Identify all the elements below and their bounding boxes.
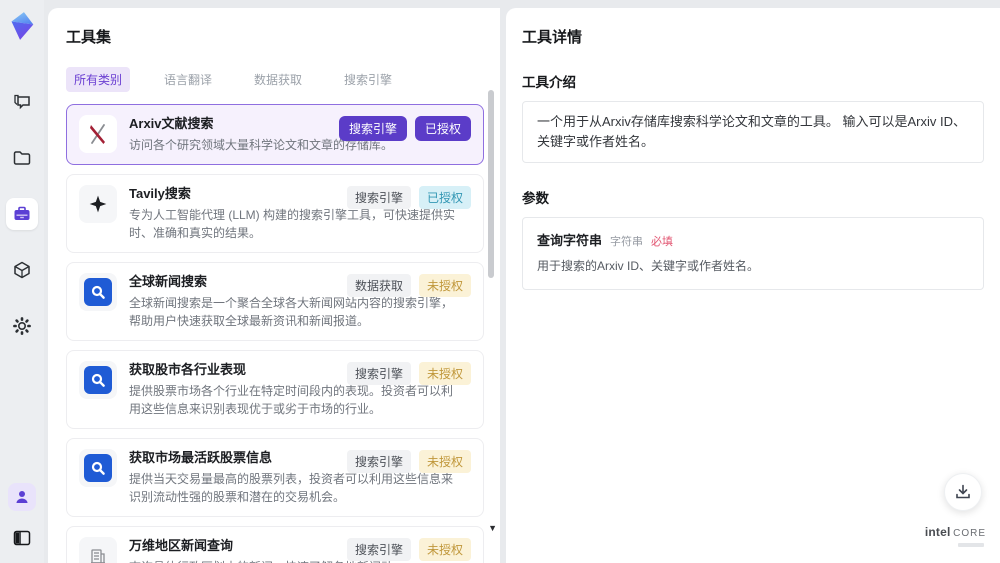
panel-toggle-icon <box>12 529 32 547</box>
tools-panel-title: 工具集 <box>66 29 112 46</box>
news-building-icon <box>79 537 117 563</box>
download-button[interactable] <box>944 473 982 511</box>
account-button[interactable] <box>8 483 36 511</box>
param-type: 字符串 <box>610 236 644 248</box>
category-badge: 数据获取 <box>346 274 411 297</box>
sidebar-item-files[interactable] <box>6 142 38 174</box>
scrollbar-thumb[interactable] <box>488 90 494 278</box>
list-scrollbar[interactable] <box>488 86 494 548</box>
news-search-icon <box>79 273 117 311</box>
left-rail <box>0 0 44 563</box>
tool-description: 提供股票市场各个行业在特定时间段内的表现。投资者可以利用这些信息来识别表现优于或… <box>129 384 454 416</box>
intel-core-logo: intel CORE <box>925 526 986 547</box>
app-logo-icon[interactable] <box>7 10 37 42</box>
toolbox-icon <box>12 204 32 224</box>
sidebar-item-settings[interactable] <box>6 310 38 342</box>
chat-icon <box>12 92 32 112</box>
sidebar-item-chat[interactable] <box>6 86 38 118</box>
scroll-down-arrow-icon[interactable]: ▼ <box>488 523 497 533</box>
category-badge: 搜索引擎 <box>346 362 411 385</box>
param-required-flag: 必填 <box>651 236 674 248</box>
tool-card-regional-news[interactable]: 万维地区新闻查询 查询具体行政区划内的新闻，快速了解各地新闻动 搜索引擎 未授权 <box>66 526 484 563</box>
tool-list: Arxiv文献搜索 访问各个研究领域大量科学论文和文章的存储库。 搜索引擎 已授… <box>48 102 500 563</box>
tool-details-panel: 工具详情 工具介绍 一个用于从Arxiv存储库搜索科学论文和文章的工具。 输入可… <box>506 8 1000 563</box>
tool-card-tavily[interactable]: Tavily搜索 专为人工智能代理 (LLM) 构建的搜索引擎工具，可快速提供实… <box>66 174 484 253</box>
auth-status-badge: 未授权 <box>418 450 471 473</box>
auth-status-badge: 未授权 <box>418 362 471 385</box>
tool-card-arxiv[interactable]: Arxiv文献搜索 访问各个研究领域大量科学论文和文章的存储库。 搜索引擎 已授… <box>66 104 484 165</box>
category-badge: 搜索引擎 <box>346 186 411 209</box>
tab-all-categories[interactable]: 所有类别 <box>66 67 131 92</box>
stock-search-icon <box>79 449 117 487</box>
tool-description: 提供当天交易量最高的股票列表，投资者可以利用这些信息来识别流动性强的股票和潜在的… <box>129 472 454 504</box>
tab-search-engine[interactable]: 搜索引擎 <box>336 67 400 92</box>
tool-card-most-active-stocks[interactable]: 获取市场最活跃股票信息 提供当天交易量最高的股票列表，投资者可以利用这些信息来识… <box>66 438 484 517</box>
auth-status-badge: 已授权 <box>418 186 471 209</box>
params-heading: 参数 <box>522 191 549 206</box>
stock-search-icon <box>79 361 117 399</box>
cube-icon <box>12 260 32 280</box>
sidebar-item-toolbox[interactable] <box>6 198 38 230</box>
tools-panel: 工具集 所有类别 语言翻译 数据获取 搜索引擎 Arxiv文献搜索 访问各个研究… <box>48 8 500 563</box>
tab-language-translation[interactable]: 语言翻译 <box>156 67 220 92</box>
category-badge: 搜索引擎 <box>346 538 411 561</box>
param-item: 查询字符串 字符串 必填 用于搜索的Arxiv ID、关键字或作者姓名。 <box>522 217 984 290</box>
param-name: 查询字符串 <box>537 233 603 248</box>
auth-status-badge: 未授权 <box>418 538 471 561</box>
tool-description: 专为人工智能代理 (LLM) 构建的搜索引擎工具，可快速提供实时、准确和真实的结… <box>129 208 456 240</box>
user-avatar-icon <box>13 488 31 506</box>
tool-intro-text: 一个用于从Arxiv存储库搜索科学论文和文章的工具。 输入可以是Arxiv ID… <box>522 101 984 163</box>
auth-status-badge[interactable]: 已授权 <box>414 116 471 141</box>
category-tabs: 所有类别 语言翻译 数据获取 搜索引擎 <box>48 47 500 102</box>
param-description: 用于搜索的Arxiv ID、关键字或作者姓名。 <box>537 259 760 273</box>
tool-description: 全球新闻搜索是一个聚合全球各大新闻网站内容的搜索引擎，帮助用户快速获取全球最新资… <box>129 296 454 328</box>
tavily-star-icon <box>79 185 117 223</box>
tool-card-global-news[interactable]: 全球新闻搜索 全球新闻搜索是一个聚合全球各大新闻网站内容的搜索引擎，帮助用户快速… <box>66 262 484 341</box>
tool-card-sector-performance[interactable]: 获取股市各行业表现 提供股票市场各个行业在特定时间段内的表现。投资者可以利用这些… <box>66 350 484 429</box>
category-badge: 搜索引擎 <box>346 450 411 473</box>
brand-secondary: CORE <box>953 528 986 539</box>
intro-heading: 工具介绍 <box>522 75 576 90</box>
details-panel-title: 工具详情 <box>522 29 583 46</box>
panel-toggle-button[interactable] <box>9 525 35 551</box>
gear-icon <box>12 316 32 336</box>
auth-status-badge: 未授权 <box>418 274 471 297</box>
arxiv-logo-icon <box>79 115 117 153</box>
category-badge[interactable]: 搜索引擎 <box>338 116 407 141</box>
brand-primary: intel <box>924 525 951 539</box>
sidebar-item-packages[interactable] <box>6 254 38 286</box>
folder-icon <box>12 148 32 168</box>
download-icon <box>954 483 972 501</box>
tab-data-acquisition[interactable]: 数据获取 <box>246 67 310 92</box>
